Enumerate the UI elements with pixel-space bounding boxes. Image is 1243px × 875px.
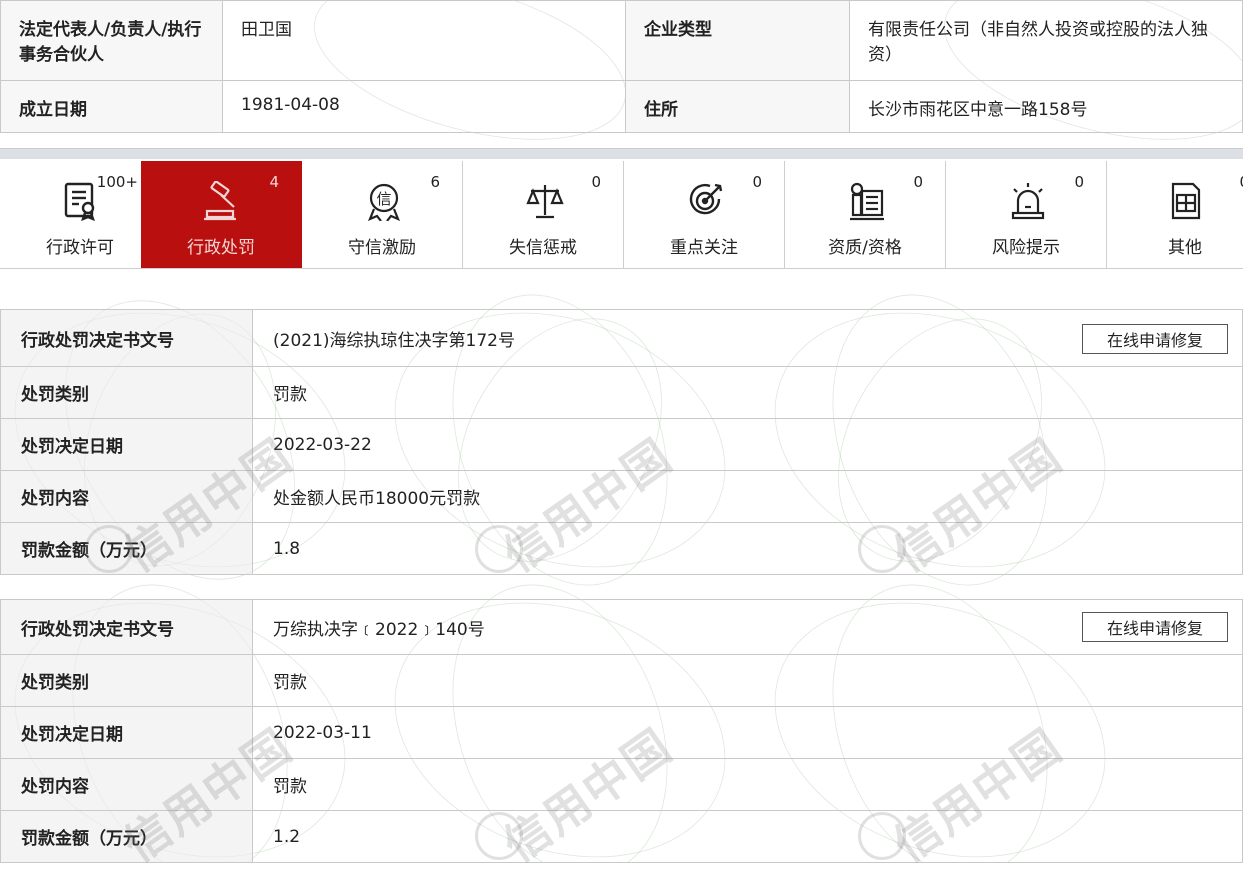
content-value: 罚款 <box>252 758 1243 811</box>
tab-dishonesty-punishment[interactable]: 0 失信惩戒 <box>463 161 624 268</box>
tab-administrative-license[interactable]: 100+ 行政许可 <box>0 161 161 268</box>
tab-trust-incentive[interactable]: 信 6 守信激励 <box>302 161 463 268</box>
doc-no-value: (2021)海综执琼住决字第172号 <box>273 330 515 351</box>
tab-label: 行政处罚 <box>187 238 255 258</box>
tab-label: 守信激励 <box>348 238 416 258</box>
content-label: 处罚内容 <box>0 470 253 523</box>
penalty-record-2: 行政处罚决定书文号 万综执决字﹝2022﹞140号 在线申请修复 处罚类别 罚款 … <box>0 599 1243 863</box>
tab-count: 0 <box>913 173 923 191</box>
tab-label: 行政许可 <box>46 238 114 258</box>
tab-count: 0 <box>1074 173 1084 191</box>
other-document-icon <box>1171 182 1201 220</box>
tab-label: 失信惩戒 <box>509 238 577 258</box>
doc-no-label: 行政处罚决定书文号 <box>0 599 253 655</box>
category-tab-bar: 100+ 行政许可 4 行政处罚 信 6 守信激励 0 失信惩戒 0 重点关注 … <box>0 161 1243 269</box>
tab-count: 4 <box>269 173 279 191</box>
company-type-value: 有限责任公司（非自然人投资或控股的法人独资） <box>849 0 1243 81</box>
amount-label: 罚款金额（万元） <box>0 522 253 575</box>
penalty-record-1: 行政处罚决定书文号 (2021)海综执琼住决字第172号 在线申请修复 处罚类别… <box>0 309 1243 575</box>
legal-rep-value: 田卫国 <box>222 0 626 81</box>
doc-no-cell: (2021)海综执琼住决字第172号 在线申请修复 <box>252 309 1243 367</box>
address-value: 长沙市雨花区中意一路158号 <box>849 80 1243 133</box>
online-repair-button[interactable]: 在线申请修复 <box>1082 324 1228 354</box>
amount-label: 罚款金额（万元） <box>0 810 253 863</box>
category-value: 罚款 <box>252 366 1243 419</box>
date-label: 处罚决定日期 <box>0 706 253 759</box>
tab-administrative-penalty[interactable]: 4 行政处罚 <box>141 161 302 268</box>
company-info-table: 法定代表人/负责人/执行事务合伙人 田卫国 企业类型 有限责任公司（非自然人投资… <box>0 0 1243 133</box>
trust-badge-icon: 信 <box>368 183 400 221</box>
date-label: 处罚决定日期 <box>0 418 253 471</box>
tab-other[interactable]: 0 其他 <box>1107 161 1243 268</box>
amount-value: 1.8 <box>252 522 1243 575</box>
tab-count: 0 <box>591 173 601 191</box>
target-icon <box>689 183 723 215</box>
category-value: 罚款 <box>252 654 1243 707</box>
tab-label: 资质/资格 <box>828 238 902 258</box>
company-type-label: 企业类型 <box>625 0 850 81</box>
legal-rep-label: 法定代表人/负责人/执行事务合伙人 <box>0 0 223 81</box>
content-value: 处金额人民币18000元罚款 <box>252 470 1243 523</box>
tab-risk-warning[interactable]: 0 风险提示 <box>946 161 1107 268</box>
tab-label: 其他 <box>1168 238 1202 258</box>
address-label: 住所 <box>625 80 850 133</box>
online-repair-button[interactable]: 在线申请修复 <box>1082 612 1228 642</box>
doc-no-label: 行政处罚决定书文号 <box>0 309 253 367</box>
date-value: 2022-03-11 <box>252 706 1243 759</box>
license-document-icon <box>64 182 95 221</box>
gavel-icon <box>204 181 236 221</box>
category-label: 处罚类别 <box>0 366 253 419</box>
tab-count: 0 <box>752 173 762 191</box>
section-divider <box>0 148 1243 159</box>
tab-label: 风险提示 <box>992 238 1060 258</box>
category-label: 处罚类别 <box>0 654 253 707</box>
certificate-icon <box>850 182 884 221</box>
tab-label: 重点关注 <box>670 238 738 258</box>
founded-label: 成立日期 <box>0 80 223 133</box>
tab-count: 100+ <box>96 173 138 191</box>
tab-qualification[interactable]: 0 资质/资格 <box>785 161 946 268</box>
tab-count: 6 <box>430 173 440 191</box>
content-label: 处罚内容 <box>0 758 253 811</box>
doc-no-value: 万综执决字﹝2022﹞140号 <box>273 619 485 640</box>
tab-key-attention[interactable]: 0 重点关注 <box>624 161 785 268</box>
svg-text:信: 信 <box>376 190 391 208</box>
date-value: 2022-03-22 <box>252 418 1243 471</box>
scales-icon <box>526 185 564 219</box>
amount-value: 1.2 <box>252 810 1243 863</box>
doc-no-cell: 万综执决字﹝2022﹞140号 在线申请修复 <box>252 599 1243 655</box>
tab-count: 0 <box>1239 173 1243 191</box>
founded-value: 1981-04-08 <box>222 80 626 133</box>
alarm-light-icon <box>1011 183 1045 220</box>
